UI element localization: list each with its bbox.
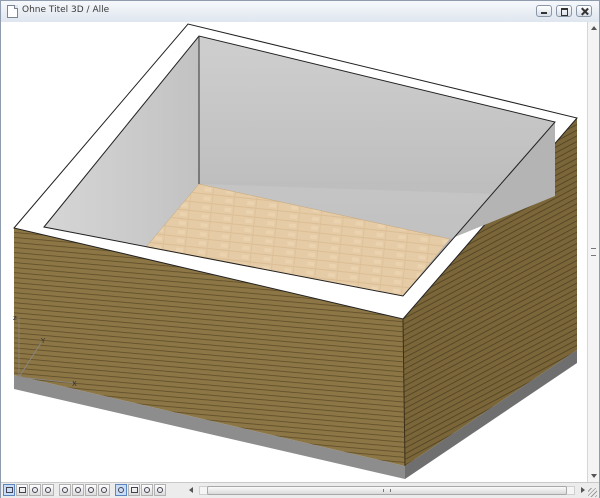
zoom-out-icon [75,487,81,493]
3d-viewport[interactable]: z Y X [1,22,587,482]
3d-window: Ohne Titel 3D / Alle z Y X [0,0,600,498]
minimize-button[interactable] [536,5,552,17]
zoom-out-tool-button[interactable] [72,484,84,496]
zoom-dropdown-tool-button[interactable] [154,484,166,496]
scroll-thumb[interactable] [207,486,567,495]
scroll-down-icon[interactable] [591,474,597,478]
previous-view-tool-button[interactable] [29,484,41,496]
minimize-icon [537,6,551,16]
navigator-tool-button[interactable] [3,484,15,496]
zoom-in-icon [62,487,68,493]
pan-tool-button[interactable] [85,484,97,496]
axis-y-label: Y [40,337,46,345]
horizontal-scrollbar[interactable] [189,486,585,495]
orbit-icon [101,487,107,493]
explore-icon [118,487,124,493]
window-title: Ohne Titel 3D / Alle [22,5,110,15]
scroll-left-icon[interactable] [189,487,193,493]
axis-z-label: z [13,314,17,322]
axis-x-label: X [72,380,77,388]
walk-tool-button[interactable] [128,484,140,496]
navigator-icon [6,487,13,493]
3d-model-render: z Y X [13,23,578,479]
resize-grip-icon[interactable] [588,488,597,497]
scroll-right-icon[interactable] [581,487,585,493]
zoom-in-tool-button[interactable] [59,484,71,496]
document-icon [7,5,18,18]
close-icon [577,6,591,16]
tool-buttons [3,484,166,497]
previous-view-icon [32,487,38,493]
fit-window-icon [19,487,26,493]
fit-window-tool-button[interactable] [16,484,28,496]
zoom-window-icon [144,487,150,493]
next-view-icon [45,487,51,493]
vertical-scrollbar[interactable] [587,22,599,482]
next-view-tool-button[interactable] [42,484,54,496]
scroll-grip-icon[interactable] [591,248,596,256]
close-button[interactable] [576,5,592,17]
maximize-button[interactable] [556,5,572,17]
navigation-toolbar [1,482,599,498]
explore-tool-button[interactable] [115,484,127,496]
orbit-tool-button[interactable] [98,484,110,496]
walk-icon [131,487,138,493]
title-bar[interactable]: Ohne Titel 3D / Alle [1,1,599,23]
maximize-icon [557,6,571,16]
zoom-window-tool-button[interactable] [141,484,153,496]
zoom-dropdown-icon [157,487,163,493]
scroll-up-icon[interactable] [591,26,597,30]
pan-hand-icon [88,487,94,493]
